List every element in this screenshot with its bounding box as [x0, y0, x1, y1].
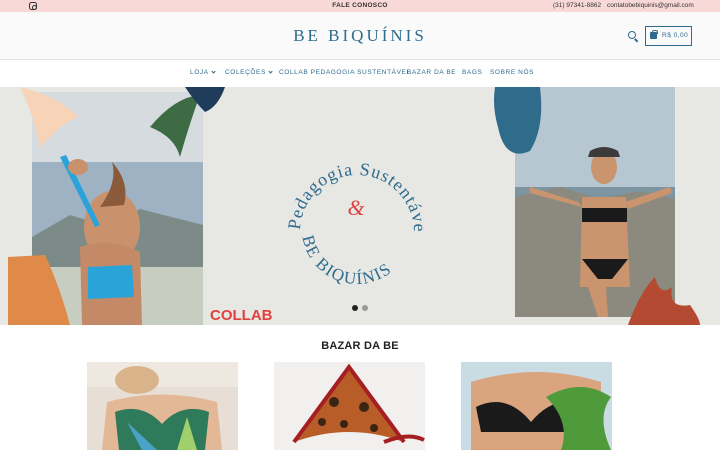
- nav-item-loja[interactable]: LOJA: [190, 69, 216, 76]
- product-card[interactable]: [461, 362, 612, 450]
- product-image: [274, 362, 425, 450]
- product-card[interactable]: [87, 362, 238, 450]
- slide-dot-2[interactable]: [362, 305, 368, 311]
- hero-ampersand: &: [347, 195, 365, 220]
- email-address[interactable]: contatobebiquinis@gmail.com: [607, 2, 694, 9]
- phone-number[interactable]: (31) 97341-8862: [553, 2, 601, 9]
- nav-item-collab[interactable]: COLLAB PEDAGOGIA SUSTENTÁVEL: [279, 69, 411, 76]
- main-nav: LOJA COLEÇÕES COLLAB PEDAGOGIA SUSTENTÁV…: [0, 60, 720, 87]
- nav-item-bazar[interactable]: BAZAR DA BE: [407, 69, 456, 76]
- chevron-down-icon: [268, 69, 273, 74]
- hero-slideshow[interactable]: Pedagogia Sustentável BE BIQUÍNIS & COLL…: [0, 87, 720, 325]
- nav-item-sobre[interactable]: SOBRE NÓS: [490, 69, 534, 76]
- nav-label: LOJA: [190, 69, 209, 76]
- product-image: [461, 362, 612, 450]
- nav-label: COLEÇÕES: [225, 69, 266, 76]
- chevron-down-icon: [211, 69, 216, 74]
- cart-button[interactable]: R$ 0,00: [645, 26, 692, 46]
- section-title: BAZAR DA BE: [321, 340, 399, 352]
- site-header: BE BIQUÍNIS R$ 0,00: [0, 12, 720, 60]
- slide-dot-1[interactable]: [352, 305, 358, 311]
- hero-artwork: Pedagogia Sustentável BE BIQUÍNIS & COLL…: [0, 87, 700, 325]
- product-image: [87, 362, 238, 450]
- collab-label: COLLAB: [210, 307, 273, 324]
- nav-item-bags[interactable]: BAGS: [462, 69, 482, 76]
- cart-total: R$ 0,00: [662, 32, 689, 39]
- site-logo[interactable]: BE BIQUÍNIS: [0, 26, 720, 46]
- search-icon[interactable]: [628, 31, 636, 39]
- hero-arc-brand: BE BIQUÍNIS: [298, 233, 395, 288]
- nav-item-colecoes[interactable]: COLEÇÕES: [225, 69, 273, 76]
- shopping-bag-icon: [650, 29, 658, 39]
- announcement-bar: FALE CONOSCO (31) 97341-8862 contatobebi…: [0, 0, 720, 12]
- hero-arc-bottom-text: BE BIQUÍNIS: [298, 233, 393, 288]
- product-card[interactable]: [274, 362, 425, 450]
